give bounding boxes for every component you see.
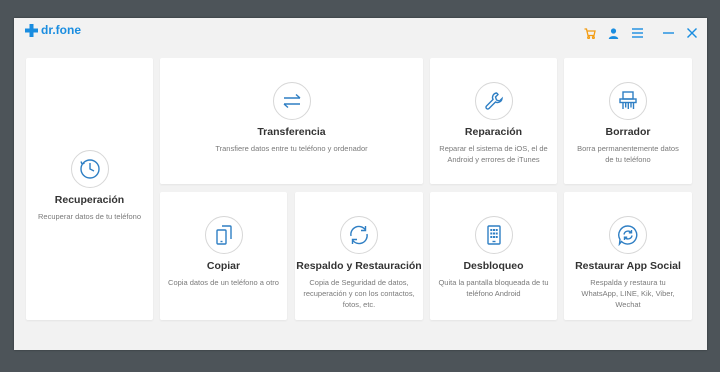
module-title: Reparación	[464, 126, 523, 138]
recuperacion-icon-wrap	[70, 150, 109, 188]
wrench-icon	[484, 92, 503, 110]
module-desc: Copia datos de un teléfono a otro	[168, 278, 279, 287]
phone-keypad-icon	[486, 225, 501, 245]
chat-restore-icon	[618, 225, 638, 246]
module-desc: Borra permanentemente datos de tu teléfo…	[577, 144, 679, 164]
reparacion-icon-wrap	[474, 82, 513, 120]
module-title: Borrador	[605, 126, 651, 138]
module-title: Copiar	[206, 260, 241, 272]
plus-logo-icon	[25, 23, 38, 37]
module-desc: Respalda y restaura tu WhatsApp, LINE, K…	[581, 278, 675, 309]
module-card-restaurar-social[interactable]: Restaurar App Social Respalda y restaura…	[564, 192, 692, 320]
module-card-respaldo[interactable]: Respaldo y Restauración Copia de Segurid…	[295, 192, 423, 320]
titlebar: dr.fone	[14, 18, 707, 48]
module-desc: Recuperar datos de tu teléfono	[38, 212, 141, 221]
user-icon	[608, 27, 618, 39]
menu-icon	[631, 28, 643, 38]
close-button[interactable]	[684, 25, 700, 41]
clock-icon	[79, 159, 100, 179]
close-icon	[687, 28, 697, 38]
module-card-reparacion[interactable]: Reparación Reparar el sistema de iOS, el…	[430, 58, 557, 184]
app-logo: dr.fone	[25, 23, 81, 37]
module-card-copiar[interactable]: Copiar Copia datos de un teléfono a otro	[160, 192, 287, 320]
account-button[interactable]	[605, 25, 621, 41]
shredder-icon	[619, 91, 637, 109]
module-title: Restaurar App Social	[575, 260, 681, 272]
module-desc: Transfiere datos entre tu teléfono y ord…	[215, 144, 368, 153]
minimize-button[interactable]	[660, 25, 676, 41]
module-title: Desbloqueo	[463, 260, 524, 272]
transferencia-icon-wrap	[272, 82, 311, 120]
sync-icon	[350, 225, 368, 245]
module-title: Recuperación	[54, 194, 125, 206]
menu-button[interactable]	[629, 25, 645, 41]
module-title: Transferencia	[257, 126, 326, 138]
module-card-recuperacion[interactable]: Recuperación Recuperar datos de tu teléf…	[26, 58, 153, 320]
module-card-desbloqueo[interactable]: Desbloqueo Quita la pantalla bloqueada d…	[430, 192, 557, 320]
module-card-borrador[interactable]: Borrador Borra permanentemente datos de …	[564, 58, 692, 184]
app-name: dr.fone	[41, 23, 82, 37]
cart-button[interactable]	[582, 25, 598, 41]
app-window: dr.fone Recuperación Recuperar datos de …	[14, 18, 707, 350]
module-title: Respaldo y Restauración	[296, 260, 422, 272]
borrador-icon-wrap	[609, 82, 647, 120]
cart-icon	[584, 27, 596, 39]
module-desc: Reparar el sistema de iOS, el de Android…	[439, 144, 548, 164]
module-card-transferencia[interactable]: Transferencia Transfiere datos entre tu …	[160, 58, 423, 184]
transfer-arrows-icon	[283, 93, 300, 109]
module-desc: Copia de Seguridad de datos, recuperació…	[303, 278, 415, 309]
respaldo-icon-wrap	[340, 216, 378, 254]
module-desc: Quita la pantalla bloqueada de tu teléfo…	[438, 278, 549, 298]
desbloqueo-icon-wrap	[474, 216, 513, 254]
minimize-icon	[662, 32, 674, 34]
copiar-icon-wrap	[204, 216, 243, 254]
phone-copy-icon	[215, 225, 232, 245]
restaurar-social-icon-wrap	[609, 216, 647, 254]
